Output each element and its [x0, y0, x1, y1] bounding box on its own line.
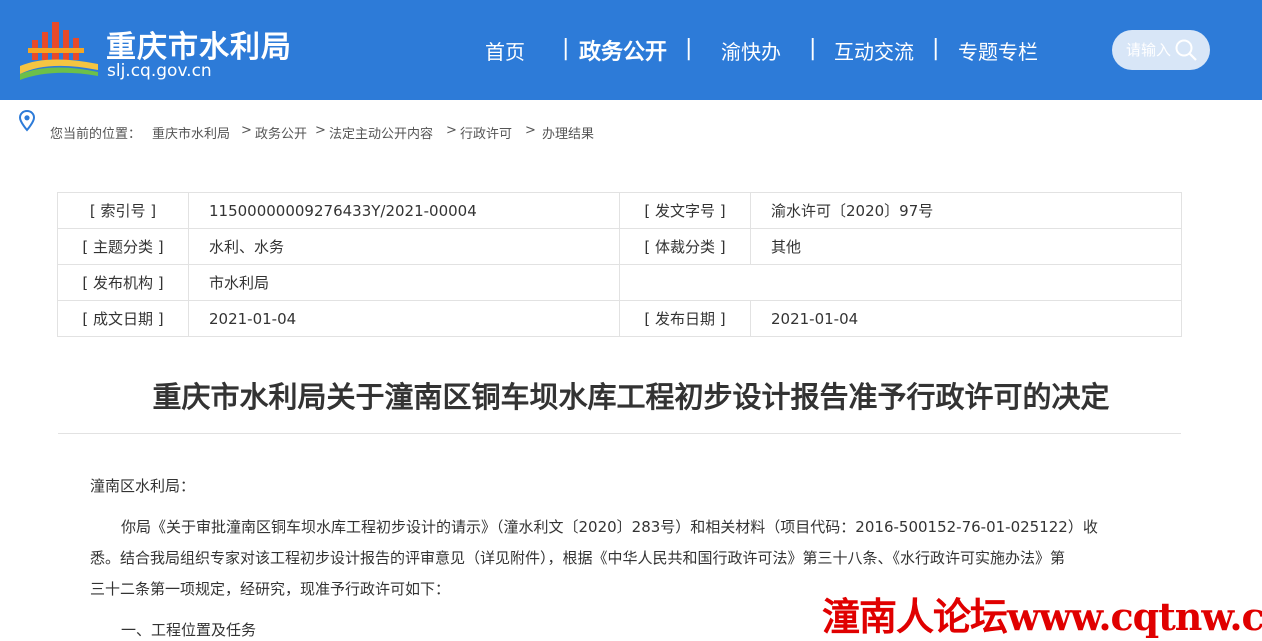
- meta-label: [ 发布日期 ]: [619, 300, 751, 337]
- meta-label: [ 索引号 ]: [57, 192, 189, 229]
- site-header: 重庆市水利局 slj.cq.gov.cn 首页 | 政务公开 | 渝快办 | 互…: [0, 0, 1262, 100]
- breadcrumb-item[interactable]: 法定主动公开内容: [329, 123, 433, 142]
- document-paragraph-line: 悉。结合我局组织专家对该工程初步设计报告的评审意见（详见附件），根据《中华人民共…: [90, 549, 1066, 567]
- table-row: [ 发布机构 ] 市水利局: [57, 264, 1182, 301]
- table-row: [ 索引号 ] 11500000009276433Y/2021-00004 [ …: [57, 192, 1182, 229]
- document-paragraph-line: 三十二条第一项规定，经研究，现准予行政许可如下：: [90, 580, 451, 598]
- logo-emblem-icon[interactable]: [18, 18, 100, 82]
- meta-value: 渝水许可〔2020〕97号: [750, 192, 1182, 229]
- meta-label: [ 成文日期 ]: [57, 300, 189, 337]
- table-row: [ 主题分类 ] 水利、水务 [ 体裁分类 ] 其他: [57, 228, 1182, 265]
- breadcrumb-separator: >: [315, 123, 326, 138]
- site-domain: slj.cq.gov.cn: [107, 61, 212, 81]
- nav-home[interactable]: 首页: [485, 36, 525, 65]
- table-row: [ 成文日期 ] 2021-01-04 [ 发布日期 ] 2021-01-04: [57, 300, 1182, 337]
- nav-separator: |: [932, 36, 940, 61]
- meta-value: 其他: [750, 228, 1182, 265]
- breadcrumb-item[interactable]: 重庆市水利局: [152, 123, 230, 142]
- breadcrumb-item[interactable]: 政务公开: [255, 123, 307, 142]
- document-metadata-table: [ 索引号 ] 11500000009276433Y/2021-00004 [ …: [57, 192, 1182, 337]
- nav-special-topics[interactable]: 专题专栏: [958, 36, 1038, 65]
- breadcrumb-label: 您当前的位置：: [50, 127, 142, 142]
- breadcrumb-item[interactable]: 办理结果: [542, 123, 594, 142]
- meta-value: 2021-01-04: [750, 300, 1182, 337]
- breadcrumb-separator: >: [241, 123, 252, 138]
- nav-separator: |: [562, 36, 570, 61]
- breadcrumb-item[interactable]: 行政许可: [460, 123, 512, 142]
- title-divider: [58, 433, 1181, 434]
- meta-label: [ 发布机构 ]: [57, 264, 189, 301]
- nav-gov-affairs[interactable]: 政务公开: [579, 34, 667, 66]
- meta-value: 11500000009276433Y/2021-00004: [188, 192, 620, 229]
- breadcrumb-separator: >: [446, 123, 457, 138]
- document-salutation: 潼南区水利局：: [90, 477, 196, 495]
- search-input[interactable]: [1126, 39, 1178, 61]
- meta-label: [ 发文字号 ]: [619, 192, 751, 229]
- breadcrumb-separator: >: [525, 123, 536, 138]
- meta-label: [ 体裁分类 ]: [619, 228, 751, 265]
- search-icon[interactable]: [1174, 38, 1198, 62]
- nav-yukuaiban[interactable]: 渝快办: [721, 36, 781, 65]
- meta-value: 2021-01-04: [188, 300, 620, 337]
- document-paragraph-line: 你局《关于审批潼南区铜车坝水库工程初步设计的请示》（潼水利文〔2020〕283号…: [121, 518, 1098, 536]
- meta-value: 市水利局: [188, 264, 620, 301]
- meta-empty-cell: [619, 264, 1182, 301]
- search-box: [1112, 30, 1210, 70]
- location-pin-icon: [18, 110, 36, 132]
- forum-watermark: 潼南人论坛www.cqtnw.cn: [822, 594, 1262, 639]
- document-title: 重庆市水利局关于潼南区铜车坝水库工程初步设计报告准予行政许可的决定: [152, 380, 1110, 414]
- meta-value: 水利、水务: [188, 228, 620, 265]
- site-name: 重庆市水利局: [106, 30, 292, 65]
- nav-separator: |: [685, 36, 693, 61]
- nav-separator: |: [809, 36, 817, 61]
- document-section-heading: 一、工程位置及任务: [121, 621, 257, 639]
- meta-label: [ 主题分类 ]: [57, 228, 189, 265]
- nav-interaction[interactable]: 互动交流: [834, 36, 914, 65]
